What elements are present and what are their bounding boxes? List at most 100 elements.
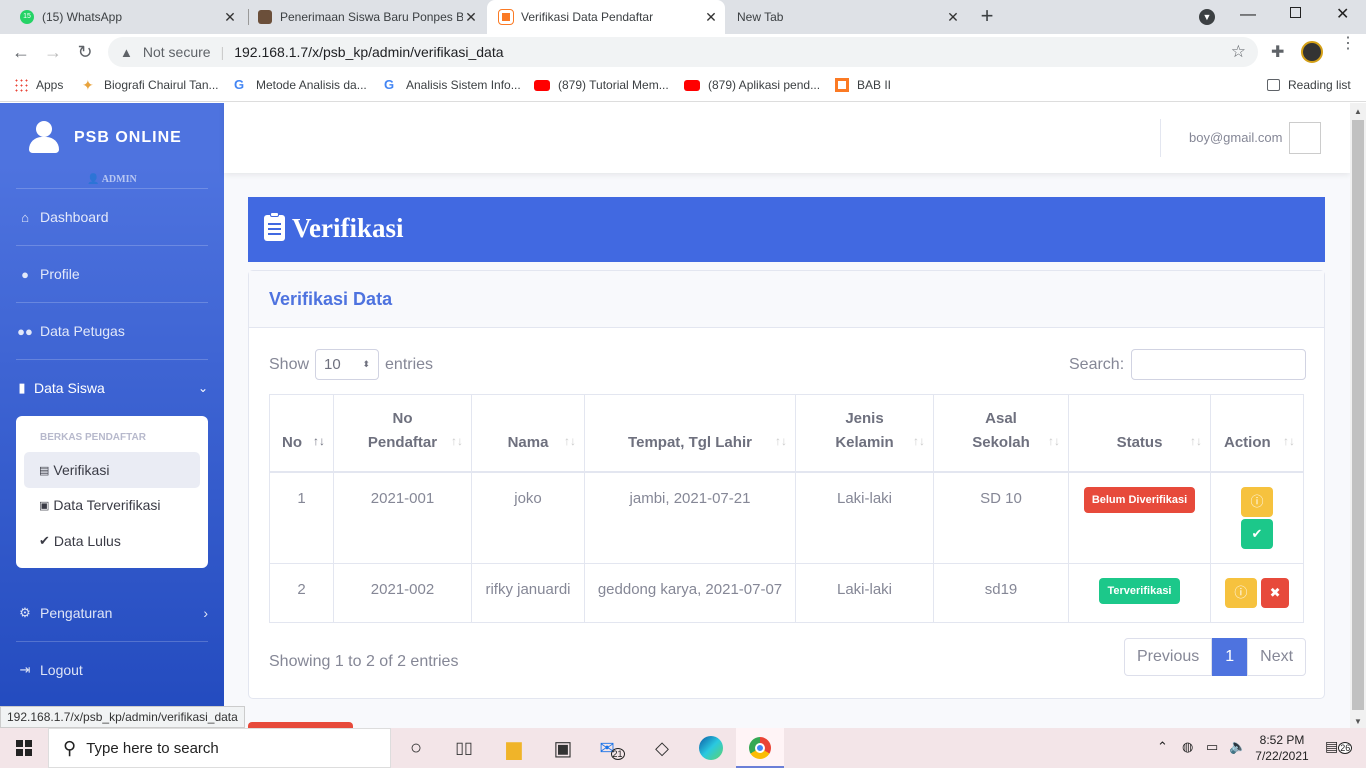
bookmark-biografi[interactable]: ✦ Biografi Chairul Tan...	[82, 76, 219, 94]
profile-image[interactable]	[1289, 122, 1321, 154]
chevron-up-icon[interactable]: ⌃	[1157, 739, 1168, 755]
bookmark-youtube-1[interactable]: (879) Tutorial Mem...	[534, 76, 669, 94]
tab-search-icon[interactable]: ▼	[1199, 9, 1215, 25]
unity-icon[interactable]: ◇	[650, 736, 674, 760]
sidebar-item-siswa[interactable]: ▮ Data Siswa ⌄	[16, 380, 208, 396]
cell-no-pendaftar: 2021-002	[333, 563, 472, 623]
reload-button[interactable]: ↻	[74, 41, 96, 63]
close-window-button[interactable]: ✕	[1336, 4, 1349, 24]
status-badge: Terverifikasi	[1099, 578, 1180, 604]
notification-icon[interactable]: ▤ 26	[1325, 738, 1353, 755]
store-icon[interactable]: ▣	[551, 736, 575, 760]
brand-name[interactable]: PSB ONLINE	[74, 129, 182, 147]
user-email[interactable]: boy@gmail.com	[1189, 130, 1282, 145]
logout-icon: ⇥	[19, 662, 31, 677]
url-text: 192.168.1.7/x/psb_kp/admin/verifikasi_da…	[234, 44, 504, 60]
forward-button[interactable]: →	[42, 41, 64, 63]
next-button[interactable]: Next	[1247, 638, 1307, 676]
col-action[interactable]: Action ↑↓	[1210, 394, 1304, 473]
bookmark-bab[interactable]: BAB II	[835, 76, 891, 94]
verify-button[interactable]: ✔	[1241, 519, 1273, 549]
sidebar-item-profile[interactable]: ● Profile	[16, 266, 80, 282]
site-favicon-icon	[258, 10, 272, 24]
browser-toolbar: ← → ↻ ▲ Not secure | 192.168.1.7/x/psb_k…	[0, 34, 1366, 70]
col-jenis-kelamin[interactable]: Jenis Kelamin ↑↓	[795, 394, 934, 473]
submenu-berkas: BERKAS PENDAFTAR ▤ Verifikasi ▣ Data Ter…	[16, 416, 208, 568]
restore-button[interactable]	[1290, 7, 1301, 18]
new-tab-button[interactable]: +	[976, 5, 998, 27]
check-icon: ✔	[39, 533, 50, 548]
file-explorer-icon[interactable]: ▆	[502, 736, 526, 760]
bookmark-site-icon: ✦	[82, 77, 94, 93]
sidebar-item-petugas[interactable]: ●● Data Petugas	[16, 323, 125, 339]
reject-button[interactable]: ✖	[1261, 578, 1290, 608]
page-1-button[interactable]: 1	[1212, 638, 1248, 676]
info-button[interactable]: ⓘ	[1224, 578, 1257, 608]
chrome-icon	[749, 737, 771, 759]
cell-nama: rifky januardi	[471, 563, 585, 623]
address-bar[interactable]: ▲ Not secure | 192.168.1.7/x/psb_kp/admi…	[108, 37, 1258, 67]
battery-icon[interactable]: ▭	[1206, 739, 1218, 755]
bookmark-apps[interactable]: Apps	[14, 76, 63, 94]
menu-icon[interactable]: ⋮	[1340, 36, 1356, 52]
task-view-icon[interactable]: ▯▯	[452, 736, 476, 760]
tab-penerimaan[interactable]: Penerimaan Siswa Baru Ponpes B ✕	[252, 0, 485, 34]
page-scrollbar[interactable]: ▲ ▼	[1350, 103, 1366, 728]
tab-verifikasi[interactable]: Verifikasi Data Pendaftar ✕	[487, 0, 725, 34]
sidebar-item-dashboard[interactable]: ⌂ Dashboard	[16, 209, 108, 225]
edge-icon[interactable]	[699, 736, 723, 760]
home-icon: ⌂	[21, 209, 29, 225]
chrome-taskbar-button[interactable]	[736, 728, 784, 768]
data-card: Verifikasi Data Show 10 ⬍ entries Search…	[248, 270, 1325, 699]
col-no-pendaftar[interactable]: No Pendaftar ↑↓	[333, 394, 472, 473]
user-small-icon: 👤	[87, 174, 100, 185]
minimize-button[interactable]: —	[1240, 6, 1256, 24]
close-tab-icon[interactable]: ✕	[703, 9, 719, 26]
submenu-item-lulus[interactable]: ✔ Data Lulus	[39, 533, 121, 549]
info-icon: ⓘ	[1250, 494, 1264, 509]
taskbar-search-box[interactable]: ⚲ Type here to search	[48, 728, 391, 768]
mail-icon[interactable]: ✉ 21	[599, 736, 625, 760]
bookmark-analisis[interactable]: G Analisis Sistem Info...	[384, 76, 521, 94]
sidebar-item-pengaturan[interactable]: ⚙ Pengaturan ›	[16, 605, 208, 621]
extensions-icon[interactable]: ✚	[1271, 42, 1284, 62]
col-asal-sekolah[interactable]: Asal Sekolah ↑↓	[933, 394, 1069, 473]
back-button[interactable]: ←	[10, 41, 32, 63]
volume-icon[interactable]: 🔈	[1229, 738, 1246, 755]
data-table: No ↑↓ No Pendaftar ↑↓ Nama ↑↓ Tempat, Tgl La…	[269, 394, 1304, 623]
submenu-item-terverifikasi[interactable]: ▣ Data Terverifikasi	[39, 497, 161, 513]
avatar[interactable]	[1301, 41, 1323, 63]
sidebar-item-logout[interactable]: ⇥ Logout	[16, 662, 83, 678]
cell-no: 2	[269, 563, 334, 623]
search-input[interactable]	[1131, 349, 1307, 380]
col-ttl[interactable]: Tempat, Tgl Lahir ↑↓	[584, 394, 796, 473]
info-button[interactable]: ⓘ	[1241, 487, 1273, 517]
col-nama[interactable]: Nama ↑↓	[471, 394, 585, 473]
bookmark-metode[interactable]: G Metode Analisis da...	[234, 76, 367, 94]
entries-select[interactable]: 10 ⬍	[315, 349, 380, 380]
previous-button[interactable]: Previous	[1124, 638, 1213, 676]
user-icon: ●	[21, 266, 29, 282]
cell-no: 1	[269, 471, 334, 564]
cortana-icon[interactable]: ○	[404, 736, 428, 760]
tab-whatsapp[interactable]: 15 (15) WhatsApp ✕	[12, 0, 244, 34]
reading-list-button[interactable]: Reading list	[1267, 76, 1351, 94]
tab-title: (15) WhatsApp	[42, 10, 123, 24]
cell-sekolah: sd19	[933, 563, 1069, 623]
sort-icon: ↑↓	[775, 434, 787, 448]
bookmark-youtube-2[interactable]: (879) Aplikasi pend...	[684, 76, 820, 94]
cell-jk: Laki-laki	[795, 563, 934, 623]
submenu-item-verifikasi[interactable]: ▤ Verifikasi	[24, 452, 200, 488]
page-title: Verifikasi	[292, 213, 404, 243]
bookmark-star-icon[interactable]: ☆	[1231, 42, 1246, 62]
close-tab-icon[interactable]: ✕	[945, 9, 961, 26]
close-tab-icon[interactable]: ✕	[463, 9, 479, 26]
close-tab-icon[interactable]: ✕	[222, 9, 238, 26]
windows-start-icon[interactable]	[12, 736, 36, 760]
col-status[interactable]: Status ↑↓	[1068, 394, 1211, 473]
col-no[interactable]: No ↑↓	[269, 394, 334, 473]
tab-new[interactable]: New Tab ✕	[727, 0, 967, 34]
clock[interactable]: 8:52 PM 7/22/2021	[1252, 732, 1312, 764]
table-row: 2 2021-002 rifky januardi geddong karya,…	[269, 563, 1304, 623]
network-icon[interactable]: ◍	[1182, 739, 1193, 755]
